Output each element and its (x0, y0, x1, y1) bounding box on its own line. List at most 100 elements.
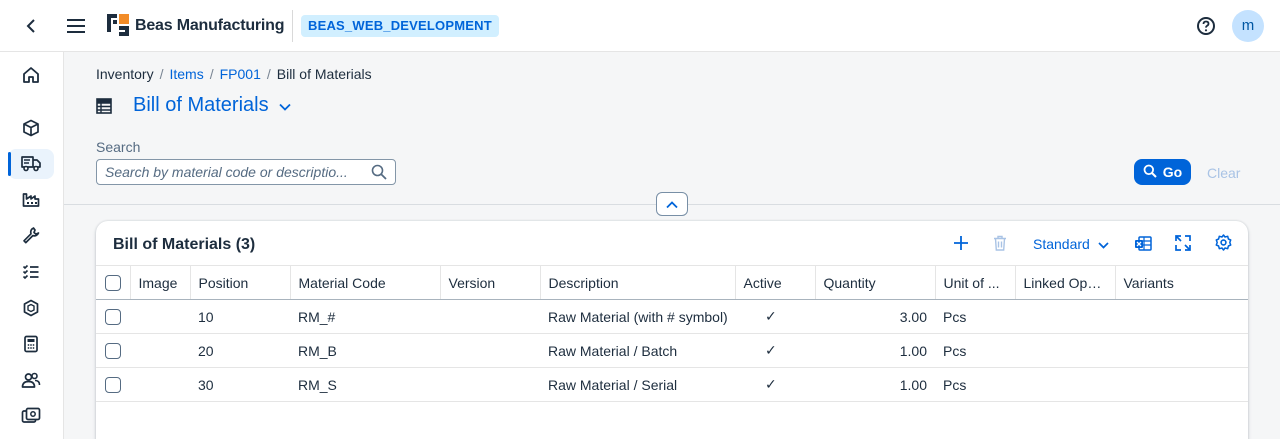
search-input[interactable] (105, 164, 361, 180)
page-title-text: Bill of Materials (133, 94, 269, 116)
column-header-material-code[interactable]: Material Code (290, 265, 441, 300)
image-cell (130, 333, 190, 368)
breadcrumb-current: Bill of Materials (276, 66, 372, 82)
variants-cell (1115, 299, 1248, 334)
table-view-icon (96, 98, 112, 114)
fullscreen-icon (1175, 234, 1191, 254)
search-icon[interactable] (371, 164, 387, 180)
column-header-position[interactable]: Position (190, 265, 291, 300)
description-cell: Raw Material (with # symbol) (540, 299, 735, 334)
hamburger-menu-icon[interactable] (66, 16, 86, 36)
material-code-cell: RM_# (290, 299, 440, 334)
active-cell: ✓ (735, 333, 815, 368)
search-icon (1143, 164, 1157, 181)
select-all-checkbox[interactable] (104, 275, 121, 292)
position-cell: 30 (190, 367, 290, 402)
go-button-label: Go (1162, 164, 1183, 180)
nav-maintenance[interactable] (8, 221, 54, 251)
variants-cell (1115, 333, 1248, 368)
variant-management[interactable]: Standard (1033, 236, 1109, 252)
gear-icon (1215, 234, 1232, 254)
factory-icon (22, 190, 40, 211)
add-row-button[interactable] (950, 234, 972, 254)
package-icon (22, 299, 40, 320)
delete-row-button[interactable] (989, 234, 1011, 254)
breadcrumb-separator: / (209, 66, 214, 82)
page-title[interactable]: Bill of Materials (133, 94, 291, 117)
back-icon[interactable] (22, 16, 42, 36)
variants-cell (1115, 367, 1248, 402)
wrench-icon (22, 226, 40, 247)
go-button[interactable]: Go (1134, 159, 1191, 185)
side-navigation (0, 52, 64, 439)
image-cell (130, 299, 190, 334)
material-code-cell: RM_B (290, 333, 440, 368)
calculator-icon (23, 335, 39, 356)
version-cell (440, 299, 540, 334)
nav-calculation[interactable] (8, 330, 54, 360)
quantity-cell: 3.00 (815, 299, 935, 334)
column-header-linked-operations[interactable]: Linked Ope... (1015, 265, 1116, 300)
table-row[interactable]: 10 RM_# Raw Material (with # symbol) ✓ 3… (96, 299, 1248, 334)
nav-items[interactable] (8, 114, 54, 144)
row-checkbox[interactable] (105, 309, 121, 326)
column-header-description[interactable]: Description (540, 265, 736, 300)
column-header-image[interactable]: Image (130, 265, 191, 300)
quantity-cell: 1.00 (815, 333, 935, 368)
row-checkbox[interactable] (105, 377, 121, 394)
help-icon[interactable] (1196, 16, 1216, 36)
column-header-quantity[interactable]: Quantity (815, 265, 936, 300)
unit-cell: Pcs (935, 367, 1015, 402)
table-row[interactable]: 20 RM_B Raw Material / Batch ✓ 1.00 Pcs (96, 333, 1248, 368)
shell-bar: Beas Manufacturing BEAS_WEB_DEVELOPMENT … (0, 0, 1280, 52)
plus-icon (953, 235, 969, 254)
money-icon (21, 407, 41, 428)
version-cell (440, 367, 540, 402)
breadcrumb-fp001[interactable]: FP001 (220, 66, 261, 82)
table-settings-button[interactable] (1212, 234, 1234, 254)
breadcrumb-items[interactable]: Items (169, 66, 203, 82)
chevron-down-icon[interactable] (278, 94, 291, 117)
bom-table: Image Position Material Code Version Des… (96, 265, 1248, 402)
beas-logo-icon[interactable] (106, 13, 130, 37)
user-avatar[interactable]: m (1232, 10, 1264, 42)
breadcrumb: Inventory / Items / FP001 / Bill of Mate… (96, 66, 372, 82)
quantity-cell: 1.00 (815, 367, 935, 402)
table-row[interactable]: 30 RM_S Raw Material / Serial ✓ 1.00 Pcs (96, 367, 1248, 402)
nav-tasks[interactable] (8, 258, 54, 288)
export-button[interactable] (1132, 234, 1154, 254)
shell-divider (292, 10, 293, 42)
nav-people[interactable] (8, 366, 54, 396)
checklist-icon (22, 263, 40, 284)
row-checkbox[interactable] (105, 343, 121, 360)
select-all-cell (96, 265, 131, 300)
active-cell: ✓ (735, 367, 815, 402)
variant-label: Standard (1033, 236, 1090, 252)
column-header-active[interactable]: Active (735, 265, 816, 300)
spreadsheet-export-icon (1134, 235, 1152, 254)
fullscreen-button[interactable] (1172, 234, 1194, 254)
nav-production[interactable] (8, 185, 54, 215)
brand-title[interactable]: Beas Manufacturing (135, 17, 285, 35)
nav-costing[interactable] (8, 402, 54, 432)
nav-packages[interactable] (8, 294, 54, 324)
material-code-cell: RM_S (290, 367, 440, 402)
position-cell: 20 (190, 333, 290, 368)
row-select-cell (96, 367, 130, 402)
table-header-row: Image Position Material Code Version Des… (96, 265, 1248, 300)
image-cell (130, 367, 190, 402)
nav-inventory[interactable] (8, 149, 54, 179)
column-header-version[interactable]: Version (440, 265, 541, 300)
column-header-variants[interactable]: Variants (1115, 265, 1248, 300)
home-icon (22, 66, 40, 87)
clear-button[interactable]: Clear (1207, 165, 1240, 181)
column-header-unit[interactable]: Unit of ... (935, 265, 1016, 300)
unit-cell: Pcs (935, 333, 1015, 368)
description-cell: Raw Material / Batch (540, 333, 735, 368)
description-cell: Raw Material / Serial (540, 367, 735, 402)
breadcrumb-inventory[interactable]: Inventory (96, 66, 154, 82)
collapse-header-button[interactable] (656, 192, 688, 216)
position-cell: 10 (190, 299, 290, 334)
nav-home[interactable] (8, 61, 54, 91)
linked-operations-cell (1015, 367, 1115, 402)
